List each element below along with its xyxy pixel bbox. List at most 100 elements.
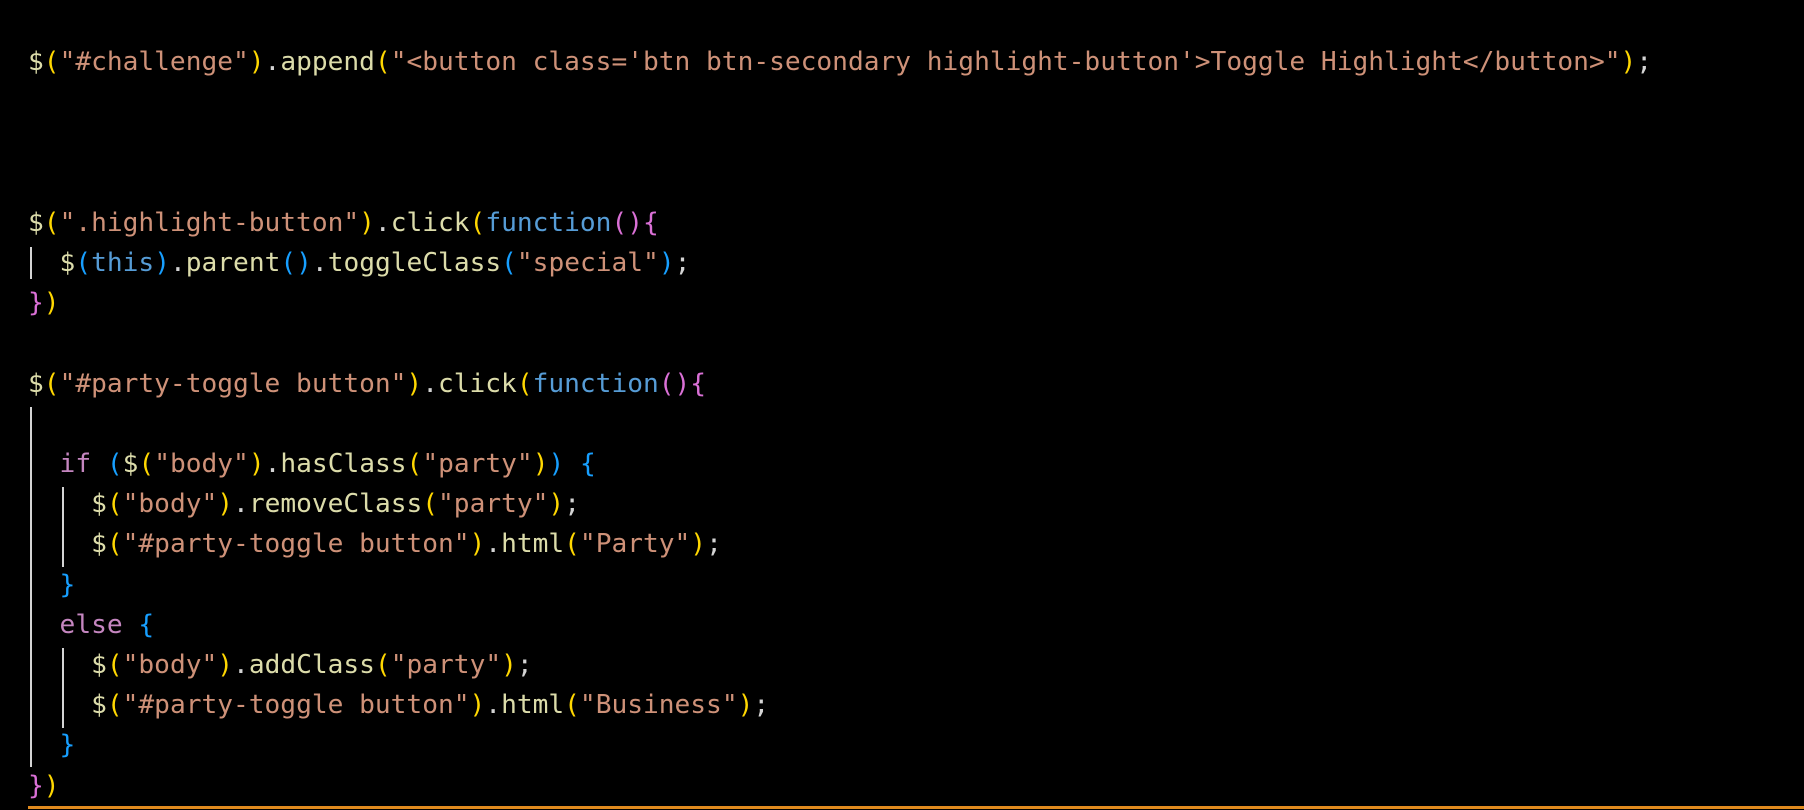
code-token: ( <box>564 529 580 560</box>
code-token: ) <box>359 207 375 238</box>
code-token: removeClass <box>248 489 423 520</box>
code-line: if ($("body").hasClass("party")) { <box>28 444 596 484</box>
code-token: ) <box>469 529 486 560</box>
code-token: ) <box>469 690 486 721</box>
code-line: $("body").removeClass("party"); <box>28 484 580 524</box>
indent-guide <box>62 487 64 567</box>
code-token: { <box>580 449 596 479</box>
code-token: ( <box>43 368 60 399</box>
code-token: () <box>611 207 643 238</box>
code-line: $(this).parent().toggleClass("special"); <box>28 243 691 283</box>
code-token: ; <box>674 248 691 278</box>
code-token: ) <box>248 47 265 77</box>
code-token: html <box>501 690 565 721</box>
code-token: else <box>59 609 123 640</box>
code-token: "body" <box>122 489 218 520</box>
code-token: ; <box>753 690 770 721</box>
code-token: . <box>264 449 281 479</box>
code-token: ) <box>154 248 170 278</box>
code-token: ( <box>43 207 60 238</box>
code-token: ) <box>658 248 675 278</box>
code-token: } <box>28 770 44 801</box>
code-line: $(".highlight-button").click(function(){ <box>28 203 659 243</box>
code-token: . <box>374 207 391 238</box>
code-token: "body" <box>122 650 218 680</box>
code-line: $("#party-toggle button").html("Business… <box>28 685 769 725</box>
code-token: ( <box>106 650 123 680</box>
code-line: else { <box>28 605 155 645</box>
code-token: . <box>169 248 186 278</box>
code-token: ( <box>138 449 155 479</box>
code-token: $ <box>28 47 44 77</box>
code-token: ; <box>706 529 722 560</box>
code-token: $ <box>91 690 107 721</box>
code-token: ( <box>469 207 486 238</box>
code-token: ( <box>75 248 92 278</box>
code-token: ) <box>501 650 517 680</box>
code-token: $ <box>91 529 107 560</box>
code-line: $("#party-toggle button").click(function… <box>28 364 706 404</box>
code-token: "#party-toggle button" <box>122 529 470 560</box>
code-token: "body" <box>154 449 249 479</box>
code-token: $ <box>91 489 107 520</box>
code-token: "#challenge" <box>59 47 249 77</box>
code-token: ) <box>406 368 423 399</box>
code-line: }) <box>28 766 60 806</box>
code-token: . <box>233 489 249 520</box>
code-token: ) <box>1620 47 1637 77</box>
code-token: ( <box>374 47 391 77</box>
code-token: "<button class='btn btn-secondary highli… <box>390 47 1621 77</box>
code-token: ( <box>43 47 60 77</box>
code-token: ( <box>564 690 580 721</box>
code-line: } <box>28 725 76 765</box>
code-token: { <box>138 609 155 640</box>
code-token: $ <box>91 650 107 680</box>
code-token: } <box>28 288 44 319</box>
indent-guide <box>62 648 64 728</box>
code-token: ) <box>737 690 754 721</box>
code-token: ( <box>516 368 533 399</box>
code-token: parent <box>185 248 281 278</box>
code-token: ) <box>43 288 60 319</box>
code-token: function <box>532 368 659 399</box>
editor-bottom-border <box>28 806 1804 809</box>
code-editor[interactable]: $("#challenge").append("<button class='b… <box>0 0 1804 810</box>
code-token: "party" <box>390 650 502 680</box>
code-token: { <box>643 207 659 238</box>
code-token: $ <box>28 368 44 399</box>
indent-guide <box>30 407 32 767</box>
code-token: $ <box>28 207 44 238</box>
code-token: ; <box>516 650 533 680</box>
code-token: ".highlight-button" <box>59 207 360 238</box>
code-token: click <box>437 368 517 399</box>
code-token: ) <box>217 489 234 520</box>
code-token: ) <box>548 489 565 520</box>
code-token: . <box>422 368 438 399</box>
code-token: ) <box>532 449 549 479</box>
code-token: ( <box>374 650 391 680</box>
code-token: append <box>280 47 375 77</box>
code-token: click <box>390 207 470 238</box>
code-token: . <box>264 47 281 77</box>
code-token: $ <box>59 248 76 278</box>
code-token: . <box>233 650 249 680</box>
code-token: { <box>690 368 707 399</box>
code-token: ( <box>106 449 123 479</box>
code-token: ) <box>690 529 707 560</box>
code-line: $("#party-toggle button").html("Party"); <box>28 524 722 564</box>
code-token: "#party-toggle button" <box>59 368 407 399</box>
code-token: "Business" <box>579 690 738 721</box>
code-token: $ <box>122 449 139 479</box>
code-token: () <box>280 248 312 278</box>
code-token: ) <box>43 770 60 801</box>
code-token: ( <box>106 489 123 520</box>
code-token: ; <box>564 489 580 520</box>
code-token: . <box>485 690 502 721</box>
